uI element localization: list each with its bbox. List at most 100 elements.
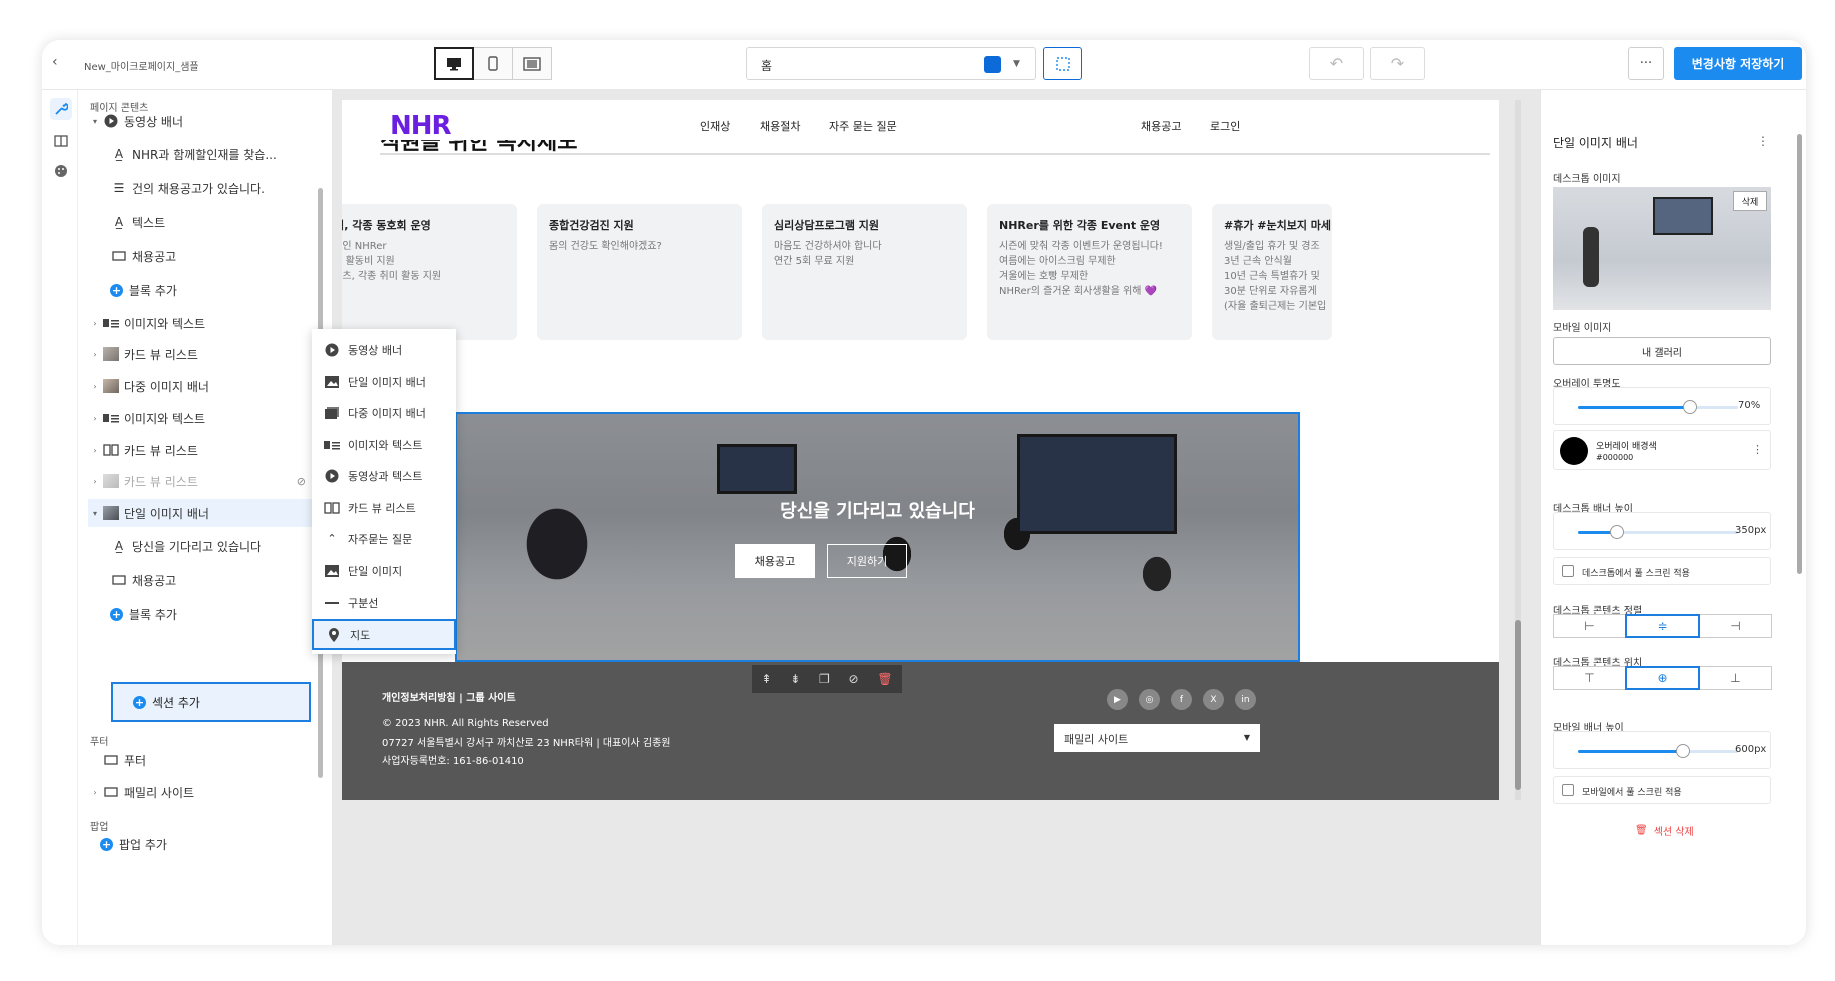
position-top-icon[interactable]: ⊤ (1553, 666, 1626, 690)
tree-item-label: 이미지와 텍스트 (124, 411, 206, 426)
select-area-button[interactable] (1043, 47, 1082, 80)
kebab-menu-icon[interactable]: ⋮ (1752, 443, 1763, 456)
add-block-button[interactable]: + 블록 추가 (88, 276, 324, 304)
nav-link[interactable]: 채용절차 (760, 118, 800, 134)
tree-item-image-text-2[interactable]: › 이미지와 텍스트 (88, 404, 324, 432)
mobile-height-slider[interactable] (1578, 744, 1738, 758)
tree-item-list-block[interactable]: ☰ 건의 채용공고가 있습니다. (88, 174, 324, 202)
footer-links[interactable]: 개인정보처리방침 | 그룹 사이트 (382, 689, 516, 704)
back-icon[interactable]: ‹ (52, 54, 58, 70)
menu-item-divider[interactable]: 구분선 (312, 587, 456, 618)
wrench-icon[interactable] (50, 98, 72, 120)
overlay-opacity-slider[interactable] (1578, 400, 1738, 414)
nav-link[interactable]: 인재상 (700, 118, 730, 134)
tree-item-banner-title[interactable]: A̲ 당신을 기다리고 있습니다 (88, 532, 324, 560)
menu-item-card-list[interactable]: 카드 뷰 리스트 (312, 492, 456, 523)
tree-item-banner-button[interactable]: 채용공고 (88, 566, 324, 594)
menu-item-video-text[interactable]: 동영상과 텍스트 (312, 460, 456, 491)
benefit-card: 종합건강검진 지원 몸의 건강도 확인해야겠죠? (537, 204, 742, 340)
canvas-scrollbar-thumb[interactable] (1515, 620, 1521, 790)
tree-item-label: 당신을 기다리고 있습니다 (132, 539, 262, 554)
tree-item-card-list-hidden[interactable]: › 카드 뷰 리스트 ⊘ (88, 467, 324, 495)
tree-item-button[interactable]: 채용공고 (88, 242, 324, 270)
align-center-icon[interactable]: ≑ (1625, 614, 1700, 638)
menu-item-faq[interactable]: ⌃ 자주묻는 질문 (312, 523, 456, 554)
align-left-icon[interactable]: ⊢ (1553, 614, 1626, 638)
menu-item-video-banner[interactable]: 동영상 배너 (312, 334, 456, 365)
save-button[interactable]: 변경사항 저장하기 (1674, 47, 1802, 80)
eye-off-icon[interactable]: ⊘ (297, 475, 306, 488)
menu-item-single-image[interactable]: 단일 이미지 (312, 555, 456, 586)
family-site-select[interactable]: 패밀리 사이트 ▼ (1054, 724, 1260, 752)
menu-item-single-image-banner[interactable]: 단일 이미지 배너 (312, 366, 456, 397)
page-select[interactable]: 홈 ▼ (746, 47, 1036, 80)
slider-knob[interactable] (1610, 525, 1624, 539)
card-line: 생일/출입 휴가 및 경조 (1224, 241, 1320, 252)
my-gallery-button[interactable]: 내 갤러리 (1553, 337, 1771, 365)
tree-item-card-list[interactable]: › 카드 뷰 리스트 (88, 340, 324, 368)
nav-link[interactable]: 로그인 (1210, 118, 1240, 134)
palette-icon[interactable] (50, 160, 72, 182)
card-title: 종합건강검진 지원 (549, 219, 634, 232)
single-image-banner[interactable]: 당신을 기다리고 있습니다 채용공고 지원하기 (455, 412, 1300, 662)
youtube-icon[interactable]: ▶ (1107, 689, 1128, 710)
fullscreen-desktop-label: 데스크톱에서 풀 스크린 적용 (1582, 569, 1690, 579)
book-icon[interactable] (50, 130, 72, 152)
menu-item-map[interactable]: 지도 (312, 619, 456, 650)
move-down-icon[interactable]: ⇟ (790, 672, 800, 686)
move-up-icon[interactable]: ⇞ (761, 672, 771, 686)
kebab-menu-icon[interactable]: ⋮ (1757, 134, 1769, 148)
delete-image-button[interactable]: 삭제 (1733, 191, 1767, 211)
redo-button[interactable]: ↷ (1370, 47, 1425, 80)
canvas-scrollbar[interactable] (1515, 100, 1521, 800)
add-popup-button[interactable]: + 팝업 추가 (88, 830, 324, 858)
mobile-view-button[interactable] (473, 47, 513, 80)
tree-item-single-banner[interactable]: ▾ 단일 이미지 배너 (88, 499, 324, 527)
tree-item-label: 텍스트 (132, 215, 166, 230)
tree-item-video-banner[interactable]: ▾ 동영상 배너 (88, 107, 324, 135)
add-section-button[interactable]: + 섹션 추가 (111, 682, 311, 722)
more-button[interactable]: ··· (1628, 47, 1664, 80)
tree-item-multi-banner[interactable]: › 다중 이미지 배너 (88, 372, 324, 400)
banner-jobs-button[interactable]: 채용공고 (735, 544, 815, 578)
menu-item-multi-image-banner[interactable]: 다중 이미지 배너 (312, 397, 456, 428)
nav-link[interactable]: 채용공고 (1141, 118, 1181, 134)
tree-item-text[interactable]: A̲ 텍스트 (88, 208, 324, 236)
desktop-view-button[interactable] (434, 47, 474, 80)
align-right-icon[interactable]: ⊣ (1699, 614, 1772, 638)
tree-item-label: 이미지와 텍스트 (124, 316, 206, 331)
tree-item-family-site[interactable]: › 패밀리 사이트 (88, 778, 324, 806)
desktop-height-slider[interactable] (1578, 525, 1738, 539)
banner-apply-button[interactable]: 지원하기 (827, 544, 907, 578)
undo-button[interactable]: ↶ (1309, 47, 1364, 80)
menu-item-image-text[interactable]: 이미지와 텍스트 (312, 429, 456, 460)
nav-link[interactable]: 자주 묻는 질문 (829, 118, 897, 134)
fullscreen-mobile-checkbox[interactable] (1562, 784, 1574, 796)
copy-icon[interactable]: ❐ (819, 672, 830, 686)
slider-knob[interactable] (1676, 744, 1690, 758)
color-swatch[interactable] (1560, 437, 1588, 465)
menu-item-label: 카드 뷰 리스트 (348, 501, 416, 515)
trash-icon[interactable]: 🗑 (877, 672, 892, 686)
fullscreen-desktop-checkbox[interactable] (1562, 565, 1574, 577)
facebook-icon[interactable]: f (1171, 689, 1192, 710)
tree-item-image-text[interactable]: › 이미지와 텍스트 (88, 309, 324, 337)
add-block-button-2[interactable]: + 블록 추가 (88, 600, 324, 628)
delete-section-button[interactable]: 🗑 섹션 삭제 (1635, 823, 1694, 838)
overlay-color-control: 오버레이 배경색 #000000 ⋮ (1553, 430, 1771, 470)
menu-item-label: 단일 이미지 배너 (348, 375, 426, 389)
linkedin-icon[interactable]: in (1235, 689, 1256, 710)
hide-icon[interactable]: ⊘ (849, 672, 859, 686)
x-icon[interactable]: X (1203, 689, 1224, 710)
slider-knob[interactable] (1683, 400, 1697, 414)
tree-item-text-block[interactable]: A̲ NHR과 함께할인재를 찾습... (88, 140, 324, 168)
settings-scrollbar[interactable] (1797, 134, 1802, 574)
desktop-image-preview[interactable]: 삭제 (1553, 187, 1771, 310)
tree-item-footer[interactable]: 푸터 (88, 746, 324, 774)
position-bottom-icon[interactable]: ⊥ (1699, 666, 1772, 690)
position-middle-icon[interactable]: ⊕ (1625, 666, 1700, 690)
tablet-view-button[interactable] (512, 47, 552, 80)
settings-title: 단일 이미지 배너 (1553, 136, 1638, 150)
tree-item-card-list-2[interactable]: › 카드 뷰 리스트 (88, 436, 324, 464)
instagram-icon[interactable]: ◎ (1139, 689, 1160, 710)
